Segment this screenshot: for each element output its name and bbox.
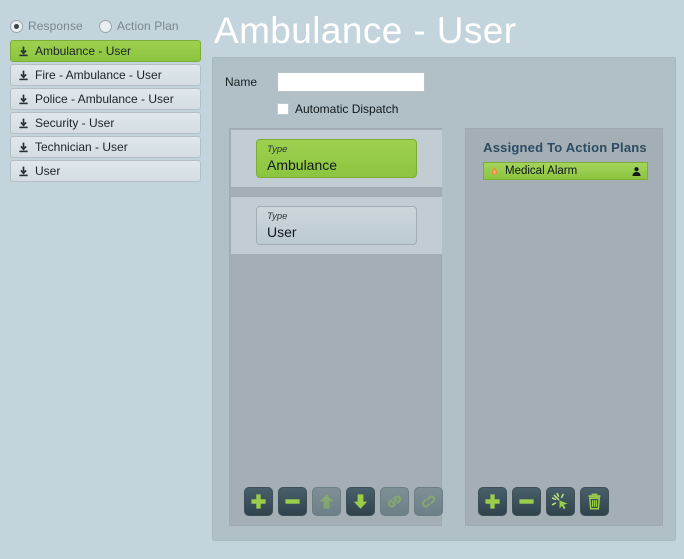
download-icon (19, 166, 28, 176)
download-icon (19, 94, 28, 104)
assigned-action-plans-panel: Assigned To Action Plans Medical Alarm (465, 128, 663, 526)
unlink-button[interactable] (414, 487, 443, 516)
list-item[interactable]: Medical Alarm (483, 162, 648, 180)
sidebar-item-label: Fire - Ambulance - User (35, 68, 162, 82)
delete-button[interactable] (580, 487, 609, 516)
radio-action-plan-dot[interactable] (98, 19, 112, 33)
link-button[interactable] (380, 487, 409, 516)
radio-response-label: Response (28, 19, 83, 33)
assigned-plans-list: Medical Alarm (483, 162, 648, 180)
arrow-up-icon (319, 494, 334, 509)
sidebar-item-technician-user[interactable]: Technician - User (10, 136, 201, 158)
minus-icon (519, 499, 534, 504)
main-content: Ambulance - User Name Automatic Dispatch… (206, 0, 684, 559)
minus-icon (285, 499, 300, 504)
sidebar: Response Action Plan Ambulance - User Fi… (0, 0, 206, 559)
types-toolbar (244, 487, 443, 516)
alarm-icon (491, 166, 498, 175)
sidebar-item-ambulance-user[interactable]: Ambulance - User (10, 40, 201, 62)
add-button[interactable] (244, 487, 273, 516)
radio-action-plan[interactable]: Action Plan (98, 19, 179, 33)
automatic-dispatch-checkbox[interactable] (277, 103, 289, 115)
download-icon (19, 70, 28, 80)
name-label: Name (225, 75, 258, 89)
remove-plan-button[interactable] (512, 487, 541, 516)
sidebar-item-label: Security - User (35, 116, 115, 130)
user-icon (632, 166, 641, 176)
download-icon (19, 142, 28, 152)
assigned-plans-toolbar (478, 487, 609, 516)
mode-radio-group: Response Action Plan (10, 19, 179, 33)
type-value: Ambulance (267, 157, 338, 173)
type-card-row: Type Ambulance (231, 130, 442, 187)
type-card-row: Type User (231, 197, 442, 254)
types-panel: Type Ambulance Type User (229, 128, 443, 526)
type-kicker: Type (267, 211, 288, 222)
sidebar-item-fire-ambulance-user[interactable]: Fire - Ambulance - User (10, 64, 201, 86)
download-icon (19, 118, 28, 128)
type-card-user[interactable]: Type User (256, 206, 417, 245)
name-input[interactable] (277, 72, 425, 92)
arrow-down-icon (353, 494, 368, 509)
application-window: Response Action Plan Ambulance - User Fi… (0, 0, 684, 559)
type-card-ambulance[interactable]: Type Ambulance (256, 139, 417, 178)
navigation-list: Ambulance - User Fire - Ambulance - User… (10, 40, 201, 184)
burst-click-icon (551, 492, 568, 510)
sidebar-item-user[interactable]: User (10, 160, 201, 182)
sidebar-item-police-ambulance-user[interactable]: Police - Ambulance - User (10, 88, 201, 110)
sidebar-item-security-user[interactable]: Security - User (10, 112, 201, 134)
plus-icon (485, 494, 500, 509)
trigger-button[interactable] (546, 487, 575, 516)
move-up-button[interactable] (312, 487, 341, 516)
list-item-label: Medical Alarm (505, 165, 578, 177)
trash-icon (588, 493, 601, 510)
detail-panel: Name Automatic Dispatch Type Ambulance T… (212, 57, 676, 541)
name-field-row: Name (225, 72, 665, 92)
move-down-button[interactable] (346, 487, 375, 516)
sidebar-item-label: Police - Ambulance - User (35, 92, 174, 106)
assigned-plans-title: Assigned To Action Plans (483, 140, 647, 155)
type-kicker: Type (267, 144, 288, 155)
plus-icon (251, 494, 266, 509)
link-icon (387, 495, 402, 508)
automatic-dispatch-label: Automatic Dispatch (295, 102, 399, 116)
add-plan-button[interactable] (478, 487, 507, 516)
remove-button[interactable] (278, 487, 307, 516)
sidebar-item-label: User (35, 164, 61, 178)
radio-response-dot[interactable] (10, 19, 23, 33)
sidebar-item-label: Technician - User (35, 140, 128, 154)
sidebar-item-label: Ambulance - User (35, 44, 132, 58)
form-area: Name Automatic Dispatch (225, 72, 665, 116)
radio-response[interactable]: Response (10, 19, 83, 33)
automatic-dispatch-row[interactable]: Automatic Dispatch (277, 102, 665, 116)
type-value: User (267, 224, 297, 240)
radio-action-plan-label: Action Plan (116, 19, 179, 33)
download-icon (19, 46, 28, 56)
broken-link-icon (421, 495, 436, 508)
page-title: Ambulance - User (214, 10, 517, 51)
